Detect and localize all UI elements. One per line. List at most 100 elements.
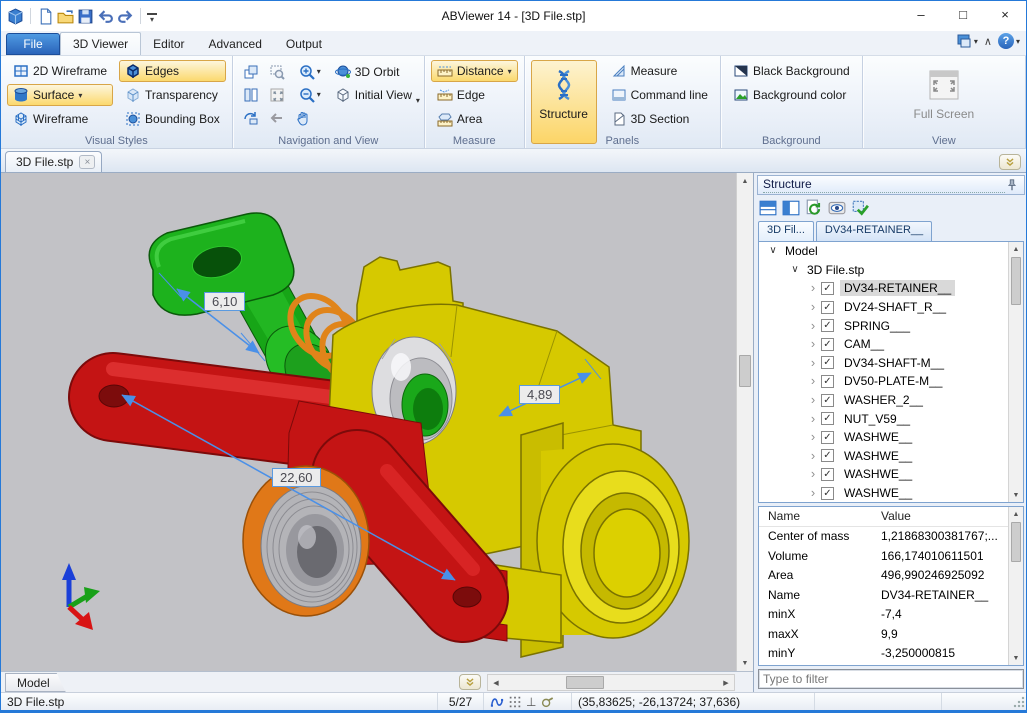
scrollbar-thumb[interactable] <box>1011 257 1021 305</box>
scrollbar-thumb[interactable] <box>1011 522 1021 562</box>
fit-to-screen-button[interactable] <box>265 84 289 106</box>
zoom-out-button[interactable]: ▾ <box>291 84 329 106</box>
item-checkbox[interactable]: ✓ <box>821 412 834 425</box>
model-tab[interactable]: Model <box>5 673 66 692</box>
item-checkbox[interactable]: ✓ <box>821 319 834 332</box>
close-button[interactable]: × <box>984 1 1026 27</box>
rotate-35-button[interactable] <box>239 107 263 129</box>
views-gallery-dropdown-icon[interactable]: ▾ <box>416 96 420 105</box>
scroll-up-button[interactable]: ▲ <box>737 173 753 189</box>
open-file-icon[interactable] <box>57 8 74 25</box>
save-file-icon[interactable] <box>77 8 94 25</box>
ortho-mode-icon[interactable]: ⊥ <box>526 695 536 709</box>
structure-panel-header[interactable]: Structure <box>757 175 1025 195</box>
collapse-ribbon-button[interactable]: ∧ <box>984 35 992 48</box>
tree-item[interactable]: ›✓WASHWE__ <box>759 465 1023 484</box>
structure-tab-file[interactable]: 3D Fil... <box>758 221 814 241</box>
scroll-up-button[interactable]: ▲ <box>1009 242 1023 256</box>
tree-item[interactable]: ›✓WASHWE__ <box>759 447 1023 466</box>
qat-dropdown-icon[interactable]: ▾ <box>147 13 157 24</box>
tree-item[interactable]: ›✓CAM__ <box>759 335 1023 354</box>
edge-button[interactable]: Edge <box>431 84 518 106</box>
scroll-down-button[interactable]: ▼ <box>737 655 753 671</box>
chevron-right-icon[interactable]: › <box>805 321 821 331</box>
document-tab[interactable]: 3D File.stp × <box>5 151 102 172</box>
edges-button[interactable]: Edges <box>119 60 226 82</box>
viewport-horizontal-scrollbar[interactable]: ◀ ▶ <box>487 674 735 691</box>
help-button[interactable]: ?▾ <box>998 33 1020 49</box>
filter-input[interactable] <box>759 672 1023 686</box>
structure-tab-part[interactable]: DV34-RETAINER__ <box>816 221 932 241</box>
scroll-down-button[interactable]: ▼ <box>1009 651 1023 665</box>
bounding-box-button[interactable]: Bounding Box <box>119 108 226 130</box>
tab-advanced[interactable]: Advanced <box>197 32 274 55</box>
split-vertical-icon[interactable] <box>782 199 800 217</box>
chevron-right-icon[interactable]: › <box>805 358 821 368</box>
tree-item[interactable]: ›✓WASHWE__ <box>759 484 1023 503</box>
chevron-right-icon[interactable]: › <box>805 469 821 479</box>
tree-item[interactable]: ›✓DV50-PLATE-M__ <box>759 372 1023 391</box>
chevron-right-icon[interactable]: › <box>805 376 821 386</box>
new-file-icon[interactable] <box>37 8 54 25</box>
measure-panel-button[interactable]: Measure <box>605 60 714 82</box>
pin-icon[interactable] <box>1005 178 1019 192</box>
scroll-down-button[interactable]: ▼ <box>1009 488 1023 502</box>
strip-collapse-button[interactable] <box>459 674 481 690</box>
zoom-window-button[interactable] <box>265 61 289 83</box>
minimize-button[interactable]: – <box>900 1 942 27</box>
black-background-button[interactable]: Black Background <box>727 60 856 82</box>
redo-icon[interactable] <box>117 8 134 25</box>
tree-item[interactable]: ›✓DV24-SHAFT_R__ <box>759 298 1023 317</box>
tile-windows-button[interactable] <box>239 84 263 106</box>
osnap-icon[interactable] <box>540 695 554 709</box>
item-checkbox[interactable]: ✓ <box>821 356 834 369</box>
item-checkbox[interactable]: ✓ <box>821 449 834 462</box>
close-document-icon[interactable]: × <box>79 155 95 169</box>
zoom-in-button[interactable]: ▾ <box>291 61 329 83</box>
initial-view-button[interactable]: Initial View <box>329 84 418 106</box>
tree-root-row[interactable]: ∨ Model <box>759 242 1023 261</box>
resize-grip[interactable] <box>1012 695 1026 709</box>
surface-button[interactable]: Surface▾ <box>7 84 113 106</box>
spline-mode-icon[interactable] <box>490 695 504 709</box>
3d-orbit-button[interactable]: 3D Orbit <box>329 61 418 83</box>
chevron-down-icon[interactable]: ∨ <box>787 265 803 275</box>
tab-3d-viewer[interactable]: 3D Viewer <box>60 32 141 55</box>
scroll-left-button[interactable]: ◀ <box>488 675 504 690</box>
item-checkbox[interactable]: ✓ <box>821 468 834 481</box>
pan-button[interactable] <box>291 107 315 129</box>
chevron-right-icon[interactable]: › <box>805 283 821 293</box>
command-line-button[interactable]: Command line <box>605 84 714 106</box>
undo-icon[interactable] <box>97 8 114 25</box>
structure-panel-button[interactable]: Structure <box>531 60 597 144</box>
panel-collapse-button[interactable] <box>999 154 1021 170</box>
chevron-right-icon[interactable]: › <box>805 395 821 405</box>
chevron-down-icon[interactable]: ▾ <box>78 91 82 100</box>
tree-item[interactable]: ›✓NUT_V59__ <box>759 409 1023 428</box>
chevron-right-icon[interactable]: › <box>805 432 821 442</box>
chevron-down-icon[interactable]: ▾ <box>508 67 512 76</box>
3d-section-button[interactable]: 3D Section <box>605 108 714 130</box>
chevron-right-icon[interactable]: › <box>805 339 821 349</box>
item-checkbox[interactable]: ✓ <box>821 487 834 500</box>
split-horizontal-icon[interactable] <box>759 199 777 217</box>
full-screen-button[interactable]: Full Screen <box>911 60 977 144</box>
distance-button[interactable]: Distance▾ <box>431 60 518 82</box>
tab-output[interactable]: Output <box>274 32 334 55</box>
chevron-right-icon[interactable]: › <box>805 488 821 498</box>
chevron-right-icon[interactable]: › <box>805 414 821 424</box>
previous-view-button[interactable] <box>265 107 289 129</box>
visibility-icon[interactable] <box>828 199 846 217</box>
item-checkbox[interactable]: ✓ <box>821 394 834 407</box>
wireframe-button[interactable]: Wireframe <box>7 108 113 130</box>
tab-file[interactable]: File <box>6 33 60 55</box>
chevron-right-icon[interactable]: › <box>805 451 821 461</box>
item-checkbox[interactable]: ✓ <box>821 301 834 314</box>
item-checkbox[interactable]: ✓ <box>821 282 834 295</box>
3d-viewport[interactable]: 6,10 4,89 22,60 ▲ ▼ <box>1 173 753 671</box>
scrollbar-thumb[interactable] <box>566 676 604 689</box>
viewport-vertical-scrollbar[interactable]: ▲ ▼ <box>736 173 753 671</box>
item-checkbox[interactable]: ✓ <box>821 431 834 444</box>
chevron-down-icon[interactable]: ∨ <box>765 246 781 256</box>
tree-scrollbar[interactable]: ▲ ▼ <box>1008 242 1023 502</box>
